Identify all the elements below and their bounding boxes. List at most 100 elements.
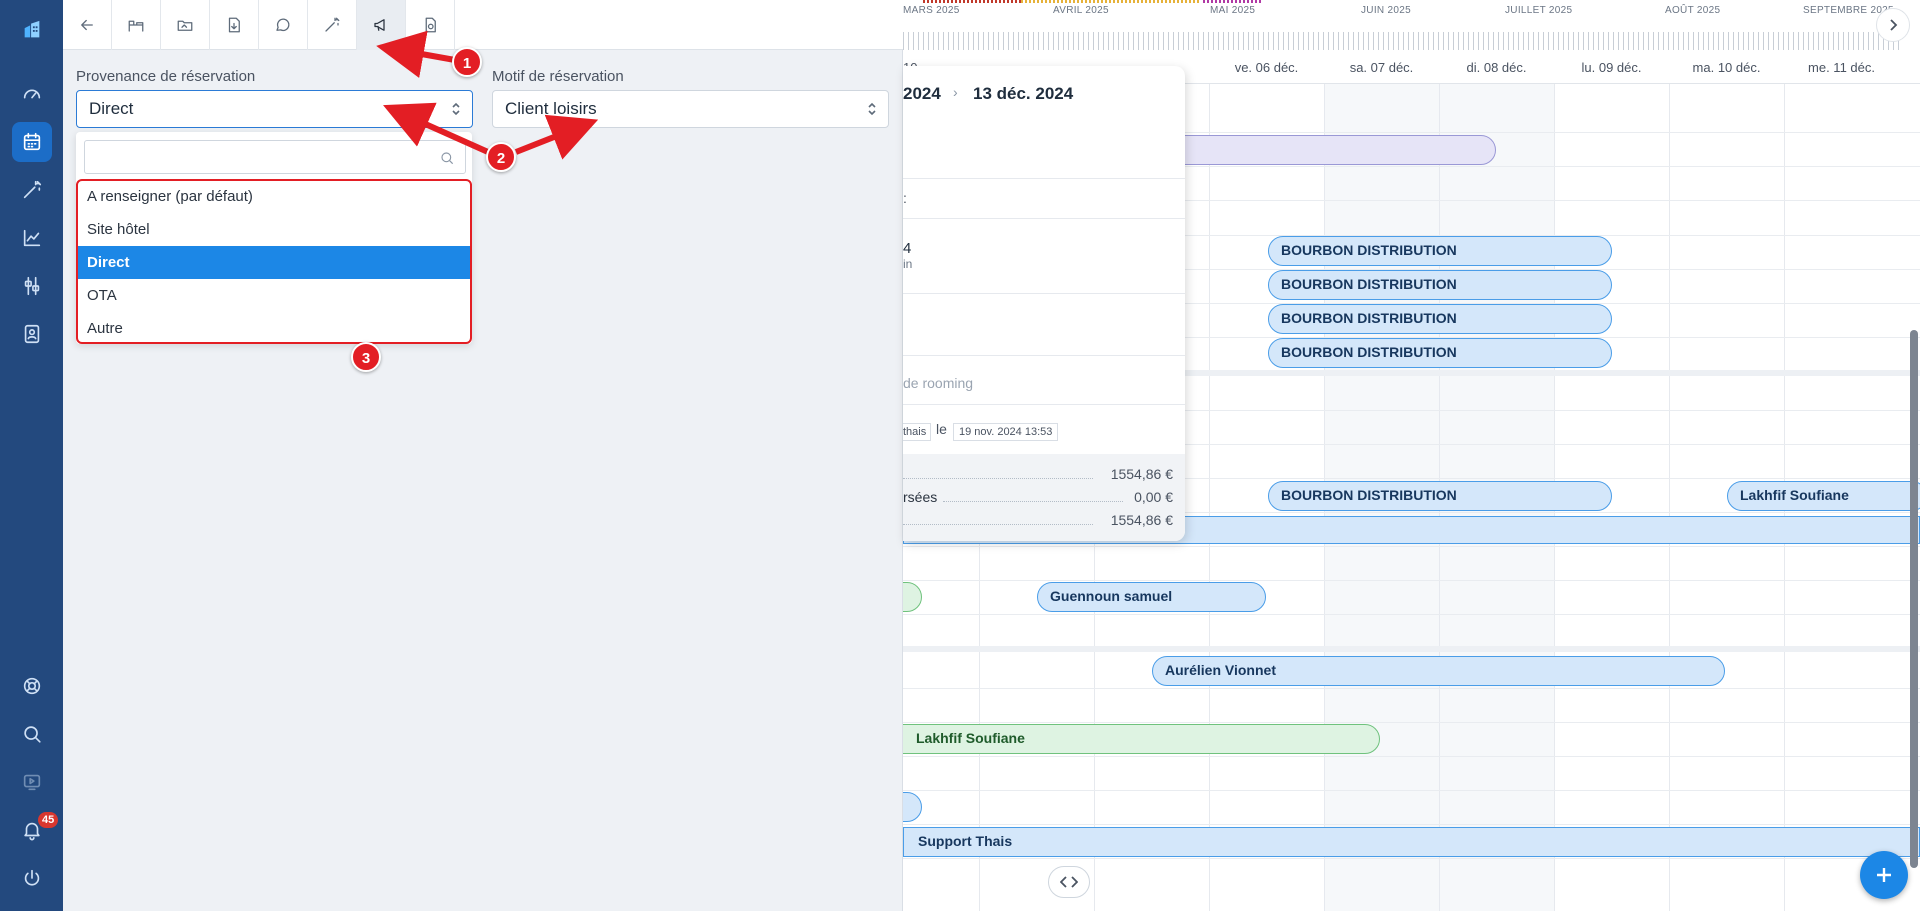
dot-leader [943,501,1123,502]
occupancy-strip [1021,0,1201,3]
timeline-ticks [903,32,1903,50]
card-room-sub: in [903,257,913,271]
total-amount: 1554,86 € [1110,466,1173,482]
power-logout-icon[interactable] [12,858,52,898]
magic-wand-icon [325,17,340,32]
room-button[interactable] [112,0,161,50]
day-header: ve. 06 déc. [1234,60,1299,75]
provenance-select[interactable]: Direct [76,90,473,128]
day-header: ma. 10 déc. [1692,60,1761,75]
paid-amount: 0,00 € [1134,489,1173,505]
card-divider [903,355,1185,356]
dropdown-search-input[interactable] [84,140,466,174]
sliders-icon[interactable] [12,266,52,306]
calendar-icon[interactable] [12,122,52,162]
documents-button[interactable] [161,0,210,50]
help-lifebuoy-icon[interactable] [12,666,52,706]
options-highlight-box [76,179,472,344]
reservation-bar[interactable]: BOURBON DISTRIBUTION [1268,270,1612,300]
card-divider [903,404,1185,405]
grid-row [903,790,1920,791]
toggle-code-button[interactable] [1048,866,1090,898]
megaphone-icon [374,19,385,31]
plus-icon [1877,868,1891,882]
grid-row [903,824,1920,825]
annotation-marker: 3 [351,342,381,372]
versees-label: rsées [903,489,938,505]
annotation-marker: 2 [486,142,516,172]
app-root: 45 Provenance de réservation Direct Moti… [0,0,1920,911]
motif-value: Client loisirs [505,99,597,118]
dot-leader [903,524,1093,525]
code-brackets-icon [1060,876,1078,888]
bed-icon [128,20,144,32]
occupancy-strip [1203,0,1263,3]
magic-wand-icon[interactable] [12,170,52,210]
remaining-amount: 1554,86 € [1110,512,1173,528]
folder-icon [177,20,193,31]
reservation-toolbar [63,0,903,50]
grid-column [1209,84,1210,911]
contacts-book-icon[interactable] [12,314,52,354]
reservation-bar[interactable]: Aurélien Vionnet [1152,656,1725,686]
reservation-bar[interactable]: Support Thais [903,827,1920,857]
comment-icon [276,18,290,32]
dot-leader [903,478,1093,479]
month-label: JUILLET 2025 [1505,5,1573,16]
card-room-number: 4 [903,240,912,257]
timeline-next-button[interactable] [1876,8,1910,42]
motif-label: Motif de réservation [492,68,624,85]
reservation-bar[interactable]: BOURBON DISTRIBUTION [1268,338,1612,368]
search-icon[interactable] [12,714,52,754]
provenance-label: Provenance de réservation [76,68,256,85]
annotation-marker: 1 [452,47,482,77]
grid-row [903,722,1920,723]
date-start: 2024 [903,84,941,103]
card-divider [903,293,1185,294]
date-end: 13 déc. 2024 [973,84,1074,103]
day-header: sa. 07 déc. [1349,60,1414,75]
reservation-bar[interactable]: BOURBON DISTRIBUTION [1268,236,1612,266]
card-divider [903,178,1185,179]
comments-button[interactable] [259,0,308,50]
reservation-bar[interactable]: BOURBON DISTRIBUTION [1268,304,1612,334]
month-label: JUIN 2025 [1361,5,1411,16]
month-label: MAI 2025 [1210,5,1256,16]
chart-line-icon[interactable] [12,218,52,258]
wizard-button[interactable] [308,0,357,50]
add-reservation-button[interactable] [1860,851,1908,899]
card-timestamp: 19 nov. 2024 13:53 [953,423,1059,441]
reservation-bar[interactable]: Lakhfif Soufiane [903,724,1380,754]
grid-row [903,688,1920,689]
reservation-detail-card: 2024 › 13 déc. 2024 : 4 in de rooming th… [903,66,1185,541]
reservation-bar[interactable] [903,582,922,612]
app-logo-icon[interactable] [12,10,52,50]
day-header: me. 11 déc. [1808,60,1875,75]
grid-row [903,580,1920,581]
card-user-tag: thais [903,423,932,441]
vertical-scrollbar[interactable] [1910,330,1918,868]
card-divider [903,218,1185,219]
reservation-bar[interactable]: Lakhfif Soufiane [1727,481,1920,511]
select-arrows-icon [450,101,462,117]
card-le: le [936,421,947,437]
notification-count-badge: 45 [38,812,59,828]
settings-button[interactable] [406,0,455,50]
grid-row [903,756,1920,757]
motif-select[interactable]: Client loisirs [492,90,889,128]
date-separator-icon: › [953,84,958,100]
card-rooming: de rooming [903,375,974,391]
day-header: di. 08 déc. [1466,60,1527,75]
reservation-bar[interactable]: BOURBON DISTRIBUTION [1268,481,1612,511]
video-tutorial-icon[interactable] [12,762,52,802]
reservation-bar[interactable] [1153,135,1496,165]
dashboard-gauge-icon[interactable] [12,74,52,114]
export-button[interactable] [210,0,259,50]
reservation-bar[interactable] [903,792,922,822]
search-icon [441,152,454,165]
marketing-button[interactable] [357,0,406,50]
file-export-icon [228,17,240,33]
reservation-bar[interactable]: Guennoun samuel [1037,582,1266,612]
back-button[interactable] [63,0,112,50]
main-sidebar: 45 [0,0,63,911]
